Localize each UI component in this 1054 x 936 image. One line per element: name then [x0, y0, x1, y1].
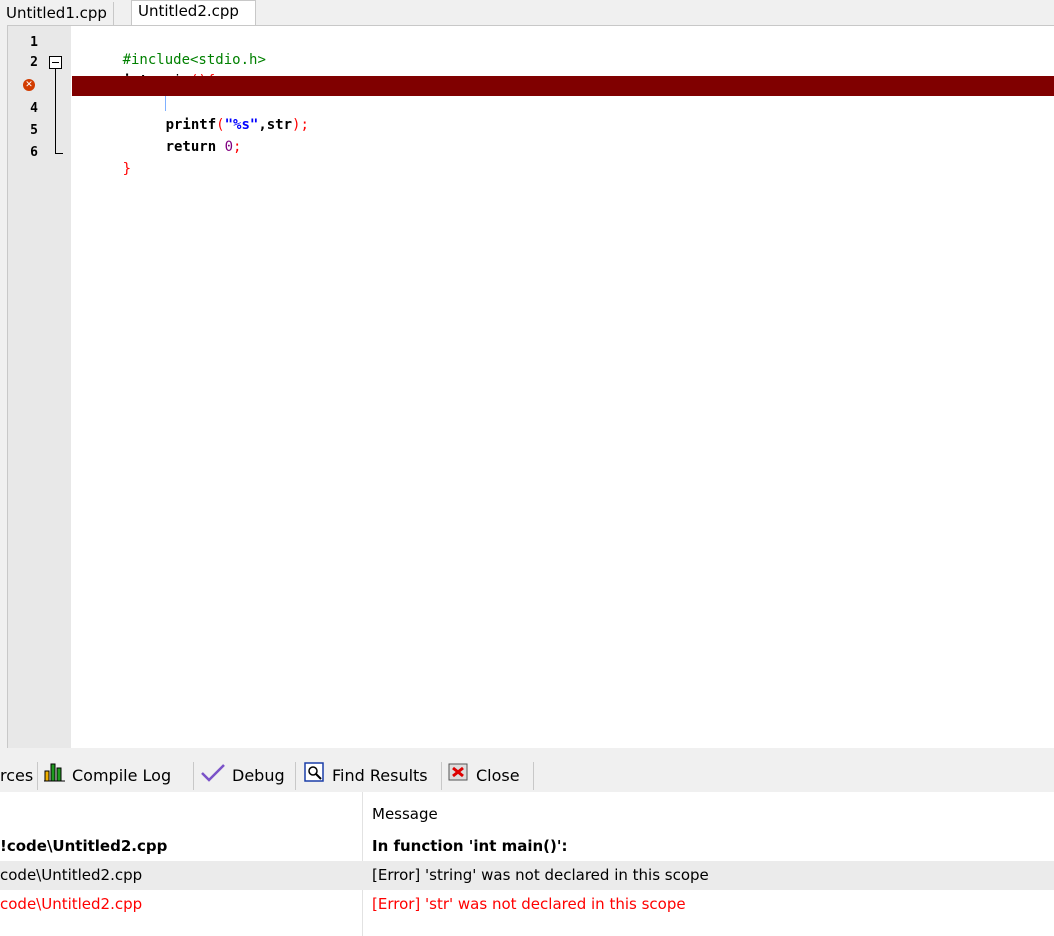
tab-debug-label: Debug	[232, 766, 285, 785]
code-line-2: int main(){	[72, 54, 1054, 89]
editor-tab-bar: Untitled1.cpp Untitled2.cpp	[0, 0, 1054, 25]
line-number: 5	[30, 123, 38, 138]
fold-guide-end	[55, 153, 63, 154]
check-icon	[200, 762, 226, 791]
find-icon	[304, 762, 326, 791]
error-marker-icon[interactable]: ✕	[23, 79, 35, 91]
message-cell: [Error] 'str' was not declared in this s…	[372, 895, 686, 913]
tab-close[interactable]: Close	[448, 762, 534, 790]
tab-find-results-label: Find Results	[332, 766, 428, 785]
bar-chart-icon	[44, 762, 66, 791]
close-icon	[448, 762, 470, 791]
tab-find-results[interactable]: Find Results	[304, 762, 442, 790]
line-number-gutter: 1 2 ✕ 4 5 6	[8, 26, 71, 748]
compiler-messages-table: Message !code\Untitled2.cpp In function …	[0, 792, 1054, 936]
line-number: 4	[30, 101, 38, 116]
code-line-1: #include<stdio.h>	[72, 33, 1054, 68]
tab-compile-log[interactable]: Compile Log	[44, 762, 194, 790]
tab-resources[interactable]: rces	[0, 762, 38, 790]
code-line-6: }	[72, 142, 1054, 177]
code-line-4: printf("%s",str);	[72, 98, 1054, 133]
tab-debug[interactable]: Debug	[200, 762, 296, 790]
table-row[interactable]: !code\Untitled2.cpp In function 'int mai…	[0, 832, 1054, 861]
tab-resources-label: rces	[0, 766, 34, 785]
fold-collapse-icon[interactable]	[49, 56, 62, 69]
table-header-row: Message	[0, 800, 1054, 829]
table-row[interactable]: code\Untitled2.cpp [Error] 'string' was …	[0, 861, 1054, 890]
table-row[interactable]: code\Untitled2.cpp [Error] 'str' was not…	[0, 890, 1054, 919]
tab-close-label: Close	[476, 766, 520, 785]
line-number: 2	[30, 55, 38, 70]
code-area[interactable]: #include<stdio.h> int main(){ string str…	[72, 26, 1054, 748]
file-cell: code\Untitled2.cpp	[0, 895, 143, 913]
line-number: 6	[30, 145, 38, 160]
message-cell: [Error] 'string' was not declared in thi…	[372, 866, 709, 884]
message-column-header[interactable]: Message	[372, 800, 438, 829]
code-line-3-error: string str="+";	[72, 76, 1054, 111]
fold-guide	[55, 69, 56, 154]
bottom-panel-tabs: rces Compile Log Debug Find Results Clos…	[0, 760, 1054, 792]
message-cell: In function 'int main()':	[372, 837, 568, 855]
file-cell: !code\Untitled2.cpp	[0, 837, 168, 855]
line-number: 1	[30, 35, 38, 50]
file-cell: code\Untitled2.cpp	[0, 866, 143, 884]
tab-untitled2[interactable]: Untitled2.cpp	[131, 0, 256, 25]
tab-untitled1[interactable]: Untitled1.cpp	[0, 2, 114, 25]
code-line-5: return 0;	[72, 120, 1054, 155]
code-editor[interactable]: 1 2 ✕ 4 5 6 #include<stdio.h> int main()…	[7, 25, 1054, 748]
tab-compile-log-label: Compile Log	[72, 766, 172, 785]
symbol: }	[122, 161, 132, 177]
